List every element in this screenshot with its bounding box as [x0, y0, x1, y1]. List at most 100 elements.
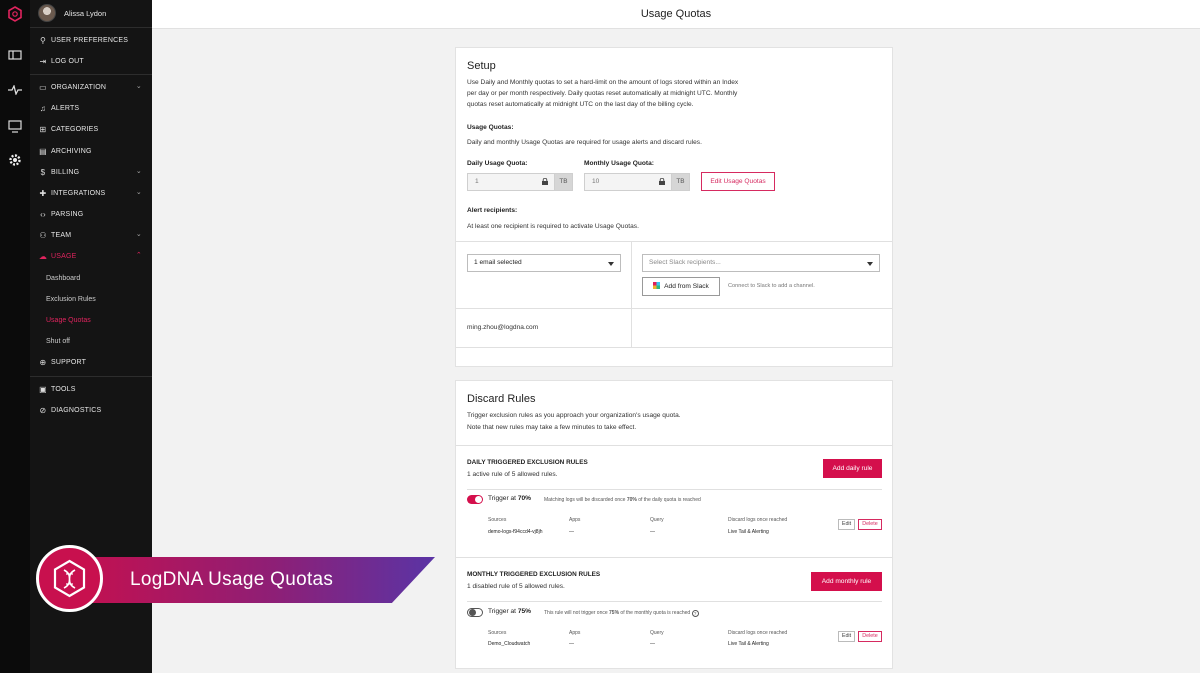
add-monthly-rule-button[interactable]: Add monthly rule	[811, 572, 882, 591]
daily-quota-label: Daily Usage Quota:	[467, 160, 528, 167]
settings-icon[interactable]	[6, 151, 24, 169]
daily-trigger-note: Matching logs will be discarded once 70%…	[544, 497, 701, 503]
lock-icon	[542, 178, 548, 185]
monthly-quota-value: 10	[592, 178, 600, 185]
col-discard: Discard logs once reached	[728, 517, 788, 523]
nav-categories[interactable]: ⊞ CATEGORIES	[38, 123, 146, 135]
nav-organization[interactable]: ▭ ORGANIZATION ⌄	[38, 81, 146, 93]
daily-rule-toggle[interactable]	[467, 495, 483, 504]
dna-badge-icon	[36, 545, 103, 612]
icon-rail	[0, 0, 30, 673]
slack-recipients-select[interactable]: Select Slack recipients...	[642, 254, 880, 272]
usage-quotas-description: Daily and monthly Usage Quotas are requi…	[467, 139, 702, 146]
puzzle-icon: ✚	[39, 188, 47, 198]
dropdown-arrow-icon	[867, 262, 873, 266]
setup-description-line: Use Daily and Monthly quotas to set a ha…	[467, 79, 739, 86]
rule-query: —	[650, 641, 655, 647]
delete-monthly-rule-button[interactable]: Delete	[858, 631, 882, 642]
nav-alerts[interactable]: ♫ ALERTS	[38, 102, 146, 114]
setup-description-line: quotas reset automatically at midnight U…	[467, 101, 694, 108]
nav-log-out[interactable]: ⇥ LOG OUT	[38, 55, 146, 67]
code-icon: ‹›	[40, 209, 46, 219]
logout-icon: ⇥	[39, 56, 47, 66]
page-title: Usage Quotas	[640, 8, 712, 20]
monthly-quota-field[interactable]: 10 TB	[584, 173, 690, 191]
col-query: Query	[650, 630, 664, 636]
email-recipient: ming.zhou@logdna.com	[467, 324, 539, 331]
diagnostics-icon: ⊘	[39, 405, 47, 415]
logdna-logo-icon[interactable]	[6, 5, 24, 23]
cloud-icon: ☁	[38, 251, 48, 261]
nav-tools[interactable]: ▣ TOOLS	[38, 383, 146, 395]
usage-quotas-label: Usage Quotas:	[467, 124, 514, 131]
add-from-slack-button[interactable]: Add from Slack	[642, 277, 720, 296]
chevron-down-icon: ⌄	[135, 83, 142, 90]
monthly-rules-heading: MONTHLY TRIGGERED EXCLUSION RULES	[467, 571, 601, 578]
monthly-quota-label: Monthly Usage Quota:	[584, 160, 654, 167]
billing-icon: $	[40, 167, 46, 177]
chevron-down-icon: ⌄	[135, 168, 142, 175]
nav-user-preferences[interactable]: ⚲ USER PREFERENCES	[38, 34, 146, 46]
col-sources: Sources	[488, 517, 507, 523]
delete-daily-rule-button[interactable]: Delete	[858, 519, 882, 530]
tools-icon: ▣	[39, 384, 47, 394]
nav-billing[interactable]: $ BILLING ⌄	[38, 166, 146, 178]
chevron-down-icon: ⌄	[135, 231, 142, 238]
monthly-rule-toggle[interactable]	[467, 608, 483, 617]
nav-integrations[interactable]: ✚ INTEGRATIONS ⌄	[38, 187, 146, 199]
nav-diagnostics[interactable]: ⊘ DIAGNOSTICS	[38, 404, 146, 416]
nav-usage-dashboard[interactable]: Dashboard	[46, 272, 154, 284]
col-discard: Discard logs once reached	[728, 630, 788, 636]
daily-quota-field[interactable]: 1 TB	[467, 173, 573, 191]
daily-rules-heading: DAILY TRIGGERED EXCLUSION RULES	[467, 459, 588, 466]
discard-rules-panel: Discard Rules Trigger exclusion rules as…	[455, 380, 893, 669]
nav-usage-exclusion-rules[interactable]: Exclusion Rules	[46, 293, 154, 305]
user-profile[interactable]: Alissa Lydon	[38, 4, 106, 22]
slack-icon	[653, 282, 661, 289]
monthly-trigger-note: This rule will not trigger once 75% of t…	[544, 610, 699, 617]
edit-monthly-rule-button[interactable]: Edit	[838, 631, 855, 642]
nav-usage[interactable]: ☁ USAGE ⌃	[38, 250, 146, 262]
user-icon: ⚲	[39, 35, 47, 45]
monthly-rules-count: 1 disabled rule of 5 allowed rules.	[467, 583, 565, 590]
support-icon: ⊕	[39, 357, 47, 367]
nav-usage-shut-off[interactable]: Shut off	[46, 335, 154, 347]
monthly-trigger-label: Trigger at 75%	[488, 608, 532, 615]
nav-usage-quotas[interactable]: Usage Quotas	[46, 314, 154, 326]
rule-source: Demo_Cloudwatch	[488, 641, 531, 647]
email-recipients-select[interactable]: 1 email selected	[467, 254, 621, 272]
col-query: Query	[650, 517, 664, 523]
dropdown-arrow-icon	[608, 262, 614, 266]
pulse-icon[interactable]	[6, 81, 24, 99]
help-icon[interactable]: ?	[691, 610, 699, 617]
categories-icon: ⊞	[39, 124, 47, 134]
rule-discard: Live Tail & Alerting	[728, 641, 769, 647]
discard-rules-title: Discard Rules	[467, 393, 536, 405]
chevron-up-icon: ⌃	[135, 252, 142, 259]
nav-parsing[interactable]: ‹› PARSING	[38, 208, 146, 220]
daily-trigger-label: Trigger at 70%	[488, 495, 532, 502]
col-sources: Sources	[488, 630, 507, 636]
discard-description-line: Note that new rules may take a few minut…	[467, 424, 637, 431]
monthly-quota-unit: TB	[671, 174, 689, 190]
title-banner: LogDNA Usage Quotas	[36, 545, 435, 612]
views-icon[interactable]	[6, 46, 24, 64]
monitor-icon[interactable]	[6, 117, 24, 135]
edit-daily-rule-button[interactable]: Edit	[838, 519, 855, 530]
bell-icon: ♫	[39, 103, 47, 113]
team-icon: ⚇	[39, 230, 47, 240]
edit-usage-quotas-button[interactable]: Edit Usage Quotas	[701, 172, 775, 191]
setup-title: Setup	[467, 60, 496, 72]
rule-query: —	[650, 529, 655, 535]
page-header: Usage Quotas	[152, 0, 1200, 29]
nav-team[interactable]: ⚇ TEAM ⌄	[38, 229, 146, 241]
alert-recipients-description: At least one recipient is required to ac…	[467, 223, 639, 230]
rule-apps: —	[569, 529, 574, 535]
add-daily-rule-button[interactable]: Add daily rule	[823, 459, 882, 478]
daily-quota-unit: TB	[554, 174, 572, 190]
nav-archiving[interactable]: ▤ ARCHIVING	[38, 145, 146, 157]
avatar	[38, 4, 56, 22]
nav-support[interactable]: ⊕ SUPPORT	[38, 356, 146, 368]
lock-icon	[659, 178, 665, 185]
rule-source: demo-logs-f94ccd4-vj8jh	[488, 529, 543, 535]
